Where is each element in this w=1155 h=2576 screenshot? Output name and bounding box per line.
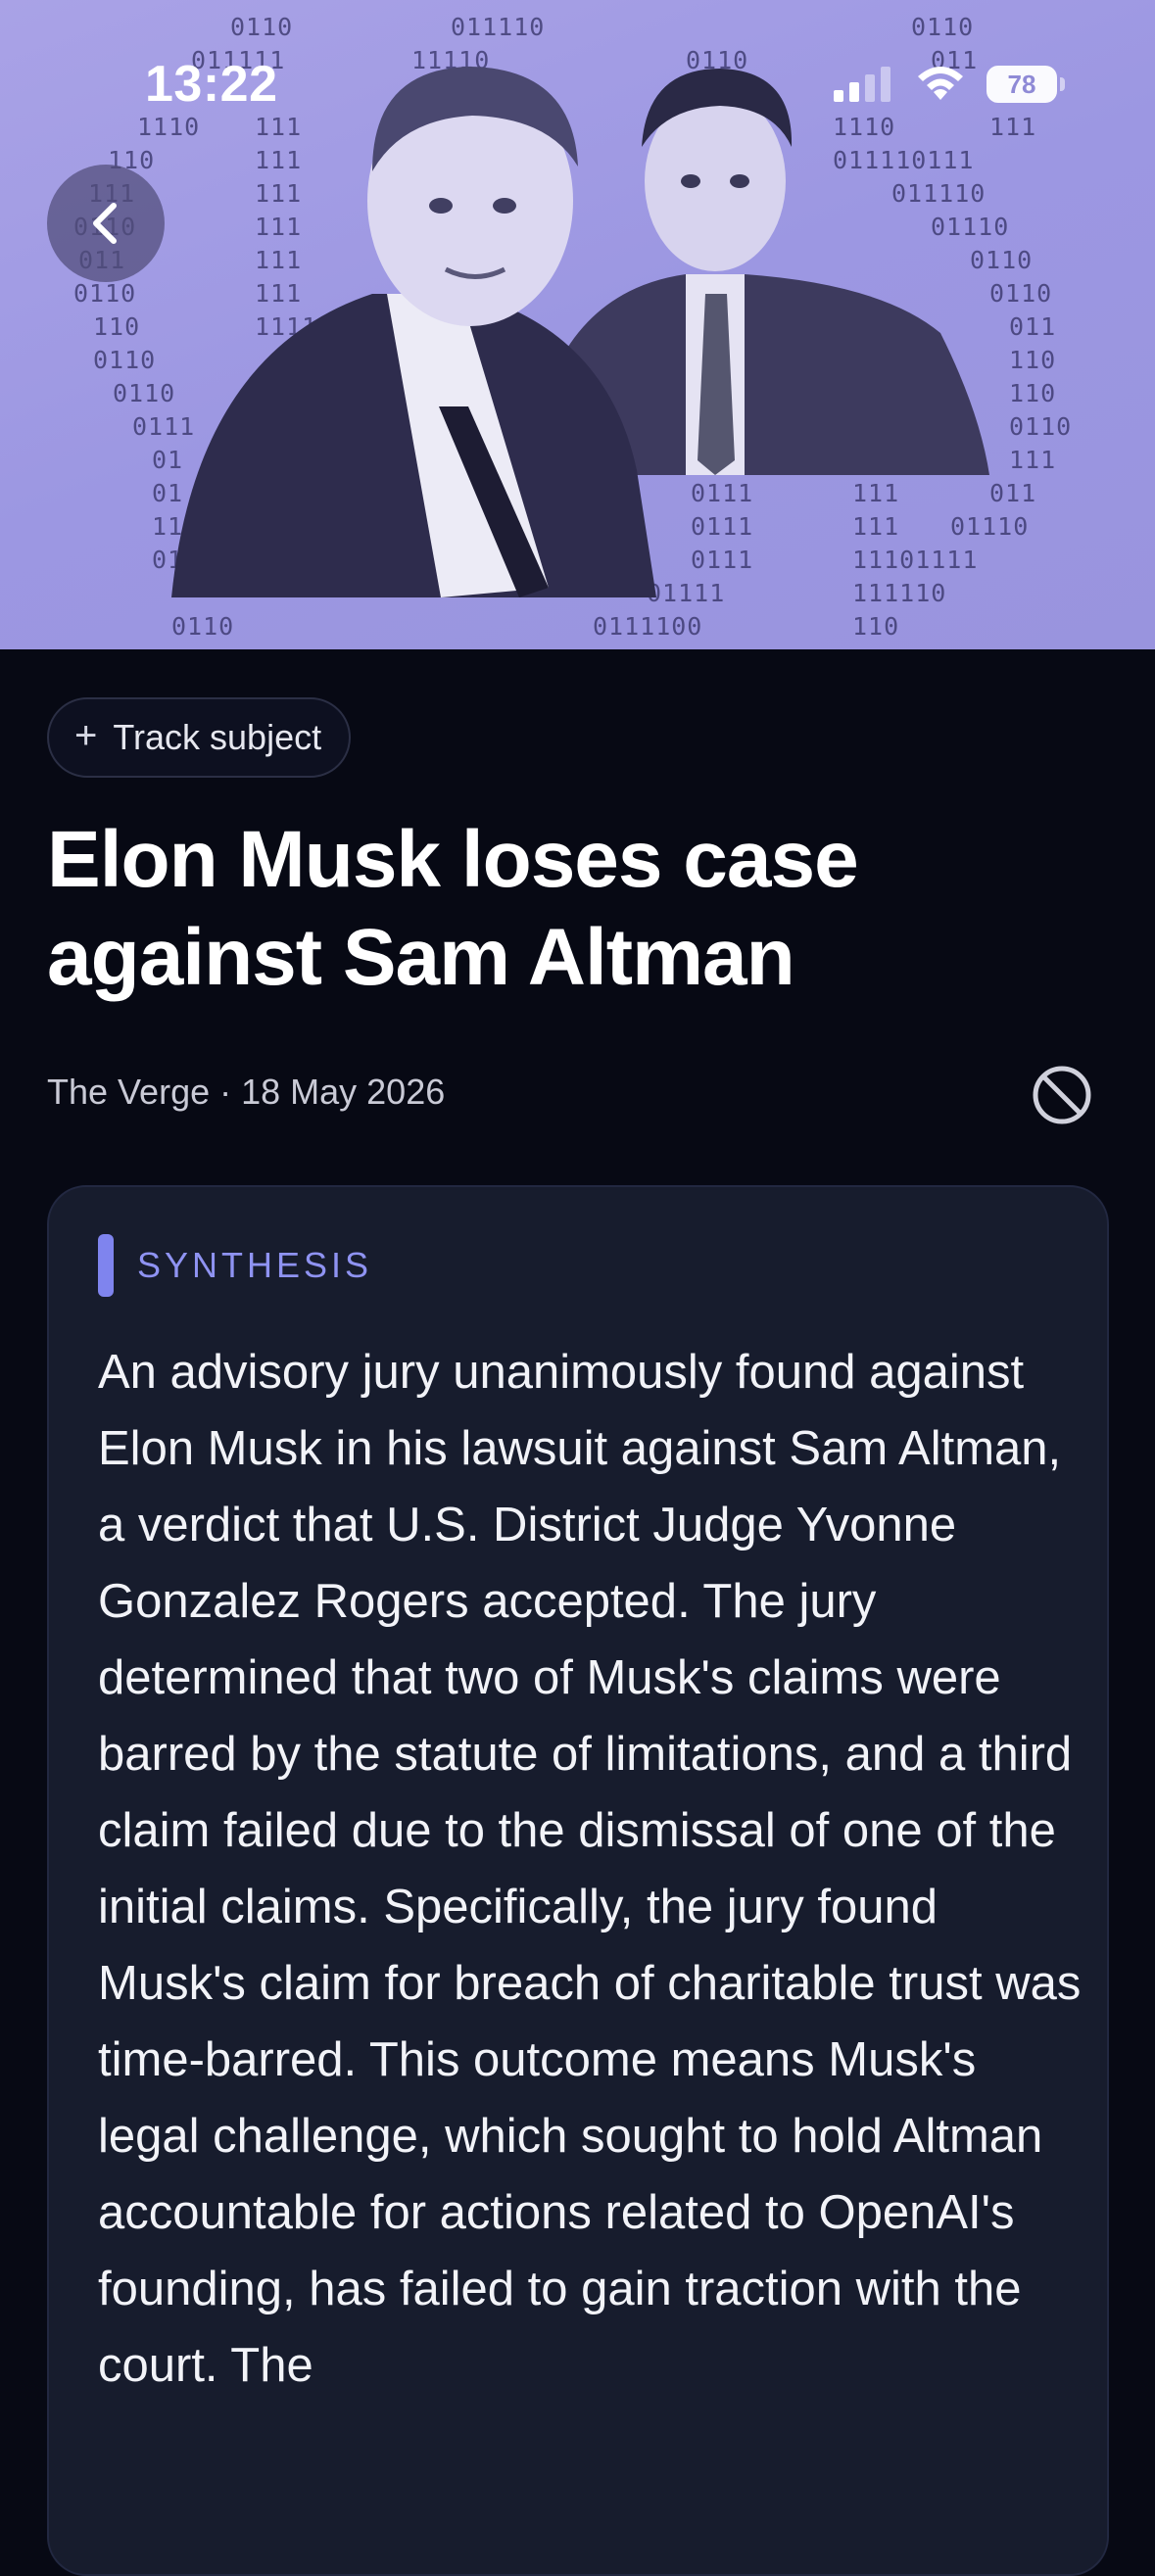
status-time: 13:22 [145, 56, 278, 113]
track-subject-label: Track subject [113, 717, 322, 757]
synthesis-tag: SYNTHESIS [98, 1234, 372, 1297]
battery-level: 78 [1007, 69, 1036, 99]
synthesis-label: SYNTHESIS [137, 1245, 373, 1285]
status-icons: 78 [832, 63, 1065, 106]
synthesis-text: An advisory jury unanimously found again… [98, 1346, 1082, 2392]
synthesis-card: SYNTHESIS An advisory jury unanimously f… [47, 1185, 1109, 2576]
chevron-left-icon [93, 203, 117, 244]
article-title: Elon Musk loses case against Sam Altman [47, 815, 859, 1002]
cellular-signal-icon [834, 67, 890, 102]
track-subject-button[interactable]: + Track subject [47, 697, 352, 778]
block-icon[interactable] [1031, 1064, 1093, 1126]
battery-icon: 78 [987, 66, 1065, 103]
status-bar: 13:22 78 [0, 0, 1155, 147]
back-button[interactable] [47, 165, 165, 282]
plus-icon: + [74, 714, 98, 757]
accent-bar [98, 1234, 114, 1297]
article-meta: The Verge · 18 May 2026 [47, 1072, 446, 1112]
wifi-icon [918, 67, 963, 100]
